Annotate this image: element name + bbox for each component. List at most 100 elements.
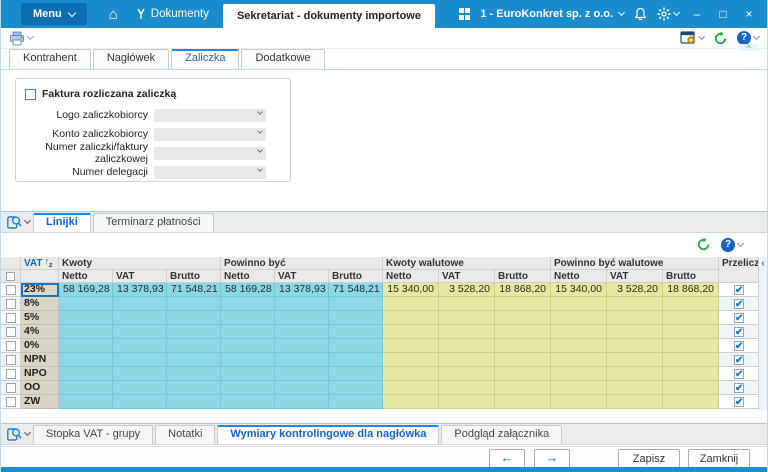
nav-documents[interactable]: Dokumenty xyxy=(136,8,209,20)
kwoty-walutowe-cell[interactable]: 18 868,20 xyxy=(495,283,551,297)
close-button[interactable]: × xyxy=(741,7,757,21)
powinno-byc-cell[interactable] xyxy=(221,353,275,367)
column-group-kwoty[interactable]: Kwoty xyxy=(59,257,221,270)
apps-grid-icon[interactable] xyxy=(459,8,471,20)
print-menu[interactable] xyxy=(9,31,33,46)
company-selector[interactable]: 1 - EuroKonkret sp. z o.o. xyxy=(480,8,624,20)
tab-linijki[interactable]: Linijki xyxy=(33,213,91,232)
vat-rate-cell[interactable]: 8% xyxy=(21,297,59,311)
kwoty-cell[interactable] xyxy=(113,311,167,325)
tab-podglad-zalacznika[interactable]: Podgląd załącznika xyxy=(441,425,562,444)
tab-naglowek[interactable]: Nagłówek xyxy=(93,49,169,69)
collapse-panel-left-button[interactable]: ‹ xyxy=(759,257,767,271)
column-header-vat-amount[interactable]: VAT xyxy=(607,270,663,283)
column-header-brutto[interactable]: Brutto xyxy=(663,270,719,283)
home-icon[interactable]: ⌂ xyxy=(109,7,118,22)
row-checkbox[interactable] xyxy=(6,397,16,407)
kwoty-cell[interactable] xyxy=(167,339,221,353)
kwoty-cell[interactable] xyxy=(113,381,167,395)
refresh-icon[interactable] xyxy=(696,237,711,252)
kwoty-walutowe-cell[interactable] xyxy=(439,395,495,409)
przeliczaj-checkbox[interactable]: ✔ xyxy=(734,313,744,323)
column-group-powinno-byc-walutowe[interactable]: Powinno być walutowe xyxy=(551,257,719,270)
previous-record-button[interactable]: ← xyxy=(489,449,525,469)
vat-rate-cell[interactable]: 0% xyxy=(21,339,59,353)
vat-rate-cell[interactable]: OO xyxy=(21,381,59,395)
powinno-byc-cell[interactable] xyxy=(221,325,275,339)
powinno-byc-walutowe-cell[interactable] xyxy=(551,311,607,325)
settings-menu[interactable] xyxy=(657,7,679,21)
kwoty-cell[interactable] xyxy=(113,395,167,409)
powinno-byc-cell[interactable] xyxy=(275,297,329,311)
kwoty-cell[interactable] xyxy=(59,311,113,325)
kwoty-cell[interactable] xyxy=(113,325,167,339)
column-header-vat[interactable]: VAT ↑z xyxy=(21,257,59,270)
kwoty-cell[interactable] xyxy=(59,367,113,381)
powinno-byc-walutowe-cell[interactable]: 15 340,00 xyxy=(551,283,607,297)
kwoty-walutowe-cell[interactable]: 15 340,00 xyxy=(383,283,439,297)
kwoty-walutowe-cell[interactable] xyxy=(383,395,439,409)
row-checkbox[interactable] xyxy=(6,313,16,323)
powinno-byc-walutowe-cell[interactable] xyxy=(607,395,663,409)
column-header-netto[interactable]: Netto xyxy=(383,270,439,283)
powinno-byc-walutowe-cell[interactable] xyxy=(607,339,663,353)
numer-zaliczki-select[interactable] xyxy=(154,147,266,160)
vat-rate-cell[interactable]: ZW xyxy=(21,395,59,409)
row-checkbox[interactable] xyxy=(6,285,16,295)
kwoty-walutowe-cell[interactable] xyxy=(439,311,495,325)
kwoty-walutowe-cell[interactable] xyxy=(495,367,551,381)
bell-icon[interactable] xyxy=(634,7,647,21)
minimize-button[interactable]: – xyxy=(689,7,705,21)
powinno-byc-walutowe-cell[interactable] xyxy=(551,325,607,339)
kwoty-walutowe-cell[interactable] xyxy=(495,325,551,339)
row-checkbox[interactable] xyxy=(6,355,16,365)
tab-kontrahent[interactable]: Kontrahent xyxy=(9,49,91,69)
kwoty-cell[interactable] xyxy=(167,297,221,311)
grid-settings-menu[interactable] xyxy=(680,31,704,45)
kwoty-cell[interactable] xyxy=(167,395,221,409)
column-header-przeliczaj[interactable]: Przeliczaj xyxy=(719,257,760,270)
column-header-brutto[interactable]: Brutto xyxy=(167,270,221,283)
kwoty-walutowe-cell[interactable] xyxy=(383,367,439,381)
document-tab[interactable]: Sekretariat - dokumenty importowe xyxy=(223,4,435,28)
kwoty-walutowe-cell[interactable] xyxy=(439,325,495,339)
powinno-byc-walutowe-cell[interactable] xyxy=(551,381,607,395)
row-checkbox[interactable] xyxy=(6,327,16,337)
kwoty-walutowe-cell[interactable] xyxy=(439,353,495,367)
powinno-byc-cell[interactable] xyxy=(221,339,275,353)
faktura-rozliczana-checkbox[interactable] xyxy=(25,89,36,100)
column-header-brutto[interactable]: Brutto xyxy=(329,270,383,283)
powinno-byc-cell[interactable] xyxy=(221,297,275,311)
row-checkbox[interactable] xyxy=(6,299,16,309)
vat-rate-cell[interactable]: 23% xyxy=(21,283,59,297)
powinno-byc-walutowe-cell[interactable] xyxy=(663,353,719,367)
grid-filter-menu[interactable] xyxy=(7,215,30,229)
powinno-byc-walutowe-cell[interactable] xyxy=(663,325,719,339)
kwoty-cell[interactable]: 13 378,93 xyxy=(113,283,167,297)
kwoty-cell[interactable] xyxy=(167,353,221,367)
grid-help-menu[interactable]: ? xyxy=(721,238,743,252)
powinno-byc-walutowe-cell[interactable] xyxy=(663,297,719,311)
refresh-icon[interactable] xyxy=(713,31,728,46)
przeliczaj-checkbox[interactable]: ✔ xyxy=(734,369,744,379)
powinno-byc-cell[interactable] xyxy=(275,325,329,339)
maximize-button[interactable]: □ xyxy=(715,7,731,21)
powinno-byc-walutowe-cell[interactable] xyxy=(663,395,719,409)
kwoty-cell[interactable] xyxy=(167,367,221,381)
powinno-byc-walutowe-cell[interactable] xyxy=(607,311,663,325)
powinno-byc-cell[interactable] xyxy=(221,311,275,325)
kwoty-cell[interactable] xyxy=(59,381,113,395)
powinno-byc-cell[interactable] xyxy=(221,395,275,409)
powinno-byc-cell[interactable] xyxy=(275,311,329,325)
powinno-byc-cell[interactable] xyxy=(329,381,383,395)
column-header-netto[interactable]: Netto xyxy=(221,270,275,283)
przeliczaj-checkbox[interactable]: ✔ xyxy=(734,299,744,309)
kwoty-cell[interactable] xyxy=(113,297,167,311)
powinno-byc-cell[interactable] xyxy=(275,339,329,353)
kwoty-cell[interactable] xyxy=(113,353,167,367)
kwoty-walutowe-cell[interactable] xyxy=(495,311,551,325)
powinno-byc-walutowe-cell[interactable]: 18 868,20 xyxy=(663,283,719,297)
kwoty-cell[interactable] xyxy=(59,325,113,339)
tab-wymiary-kontrolingowe[interactable]: Wymiary kontrolingowe dla nagłówka xyxy=(217,425,439,444)
vat-rate-cell[interactable]: NPN xyxy=(21,353,59,367)
